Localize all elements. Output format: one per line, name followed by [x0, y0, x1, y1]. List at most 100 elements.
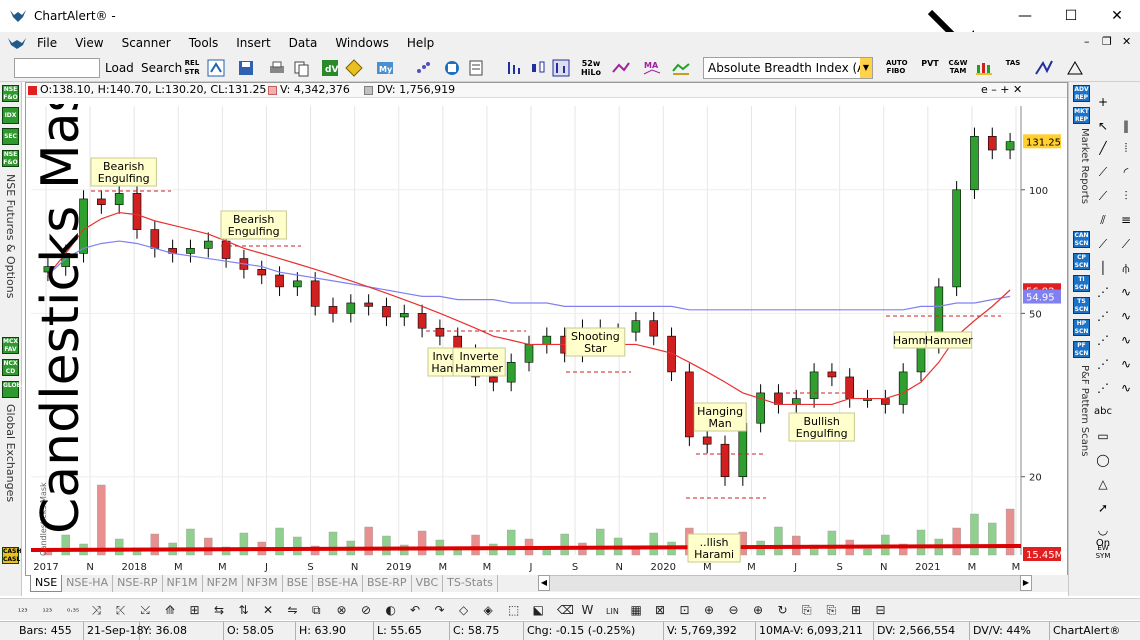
tab-nf2m[interactable]: NF2M — [203, 575, 243, 592]
adv-rep-button[interactable]: ADV REP — [1073, 85, 1090, 102]
horizontal-scrollbar[interactable] — [549, 575, 1020, 591]
sl-tool-icon[interactable]: ⟋ — [1093, 162, 1113, 182]
tab-nse-rp[interactable]: NSE-RP — [113, 575, 163, 592]
toolbar-tool-icon[interactable]: ◐ — [386, 603, 396, 617]
mdi-minimize-button[interactable]: – — [1084, 35, 1090, 48]
hp-scn-button[interactable]: HP SCN — [1073, 319, 1090, 336]
notes-icon[interactable] — [467, 59, 485, 77]
menu-scanner[interactable]: Scanner — [113, 36, 180, 50]
toolbar-tool-icon[interactable]: ⬕ — [533, 603, 544, 617]
indicator-icon[interactable] — [672, 59, 690, 77]
cash-button[interactable]: CASH CASL — [2, 547, 21, 564]
rel-str-icon[interactable]: REL STR — [183, 59, 201, 77]
trend-icon[interactable] — [1035, 59, 1053, 77]
ncx-button[interactable]: NCX CD — [2, 359, 19, 376]
toolbar-tool-icon[interactable]: ◇ — [459, 603, 469, 617]
tab-nse-ha[interactable]: NSE-HA — [62, 575, 114, 592]
toolbar-tool-icon[interactable]: ⌫ — [556, 603, 574, 617]
sl-tool-2-icon[interactable]: ⟋ — [1093, 186, 1113, 206]
tab-nse[interactable]: NSE — [30, 575, 63, 592]
search-button[interactable]: Search — [141, 58, 182, 78]
cp-scn-button[interactable]: CP SCN — [1073, 253, 1090, 270]
menu-data[interactable]: Data — [280, 36, 327, 50]
pitchfork-tool-icon[interactable]: ⫛ — [1116, 258, 1136, 278]
ts-scn-button[interactable]: TS SCN — [1073, 297, 1090, 314]
tab-bse-rp[interactable]: BSE-RP — [363, 575, 412, 592]
idx-button[interactable]: IDX — [2, 107, 19, 124]
toolbar-tool-icon[interactable]: ⊕ — [704, 603, 714, 617]
toolbar-tool-icon[interactable]: ⧉ — [312, 603, 321, 617]
wave-tool-icon[interactable]: ∿ — [1116, 282, 1136, 302]
fib-tool-icon[interactable]: ≡ — [1116, 210, 1136, 230]
minimize-button[interactable]: — — [1002, 0, 1048, 32]
volume-chart-icon[interactable] — [552, 59, 570, 77]
menu-windows[interactable]: Windows — [326, 36, 398, 50]
wave-tool-5-icon[interactable]: ∿ — [1116, 378, 1136, 398]
load-button[interactable]: Load — [105, 58, 134, 78]
dots-icon[interactable] — [414, 59, 432, 77]
ellipse-tool-icon[interactable]: ◯ — [1093, 450, 1113, 470]
close-button[interactable]: ✕ — [1094, 0, 1140, 32]
tas-icon[interactable]: TAS — [1005, 59, 1021, 77]
pvt-icon[interactable]: PVT — [919, 59, 941, 77]
nse-fo-button[interactable]: NSE F&O — [2, 150, 19, 167]
triangle-tool-icon[interactable]: △ — [1093, 474, 1113, 494]
arc-tool-2-icon[interactable]: ◜ — [1116, 162, 1136, 182]
ti-scn-button[interactable]: TI SCN — [1073, 275, 1090, 292]
toolbar-tool-icon[interactable]: ⎘ — [827, 603, 837, 617]
pattern-tool-icon[interactable]: ⋰ — [1093, 282, 1113, 302]
line-tool-icon[interactable]: ╱ — [1093, 138, 1113, 158]
cw-tam-icon[interactable]: C&W TAM — [948, 59, 968, 77]
bottom-toolbar-icons[interactable]: ¹²³ ¹²³ ⁰·³⁵ ⤨ ⤪ ⤩ ⟰ ⊞ ⇆ ⇅ ✕ ⇋ ⧉ ⊗ ⊘ ◐ ↶ ↷ ◇ ◈ ⬚ ⬕ ⌫ W LIN ▦ ⊠ ⊡ ⊕ ⊖ ⊕… — [0, 599, 1140, 621]
toolbar-tool-icon[interactable]: ⊘ — [361, 603, 371, 617]
my-icon[interactable]: My — [376, 59, 394, 77]
pattern-tool-5-icon[interactable]: ⋰ — [1093, 378, 1113, 398]
toolbar-tool-icon[interactable]: ⊞ — [851, 603, 861, 617]
mdi-close-button[interactable]: ✕ — [1122, 35, 1131, 48]
column-tool-icon[interactable]: ‖ — [1116, 116, 1136, 136]
app-menu-icon[interactable] — [6, 35, 28, 51]
maximize-button[interactable]: ☐ — [1048, 0, 1094, 32]
mcx-button[interactable]: MCX FAV — [2, 337, 19, 354]
menu-insert[interactable]: Insert — [227, 36, 279, 50]
parallel-tool-icon[interactable]: ⫽ — [1093, 210, 1113, 230]
auto-fibo-icon[interactable]: AUTO FIBO — [886, 59, 908, 77]
52w-hilo-icon[interactable]: 52w HiLo — [580, 59, 602, 77]
rectangle-tool-icon[interactable]: ▭ — [1093, 426, 1113, 446]
save-icon[interactable] — [237, 59, 255, 77]
ew-sym-button[interactable]: EW SYM — [1093, 544, 1113, 564]
globe-icon[interactable] — [443, 59, 461, 77]
vertical-line-icon[interactable]: │ — [1093, 258, 1113, 278]
diamond-icon[interactable] — [345, 59, 363, 77]
cursor-icon[interactable]: ↖ — [1093, 116, 1113, 136]
toolbar-tool-icon[interactable]: ⊟ — [876, 603, 886, 617]
toolbar-tool-icon[interactable]: ⇋ — [288, 603, 298, 617]
sl-tool-3-icon[interactable]: ⟋ — [1093, 234, 1113, 254]
shapes-icon[interactable] — [1066, 59, 1084, 77]
candle-chart-icon[interactable] — [529, 59, 547, 77]
tab-bse[interactable]: BSE — [283, 575, 313, 592]
sec-button[interactable]: SEC — [2, 128, 19, 145]
mdi-restore-button[interactable]: ❐ — [1102, 35, 1112, 48]
fan-tool-icon[interactable]: ⫶ — [1116, 186, 1136, 206]
gann-tool-icon[interactable]: ⦙ — [1116, 138, 1136, 158]
text-tool-icon[interactable]: abc — [1093, 402, 1113, 422]
wave-tool-3-icon[interactable]: ∿ — [1116, 330, 1136, 350]
toolbar-tool-icon[interactable]: ⊖ — [729, 603, 739, 617]
pattern-tool-4-icon[interactable]: ⋰ — [1093, 354, 1113, 374]
toolbar-tool-icon[interactable]: LIN — [606, 607, 619, 616]
tab-ts-stats[interactable]: TS-Stats — [443, 575, 498, 592]
tab-bse-ha[interactable]: BSE-HA — [313, 575, 364, 592]
toolbar-tool-icon[interactable]: ⤪ — [115, 603, 126, 617]
volume-dv-icon[interactable]: dV — [321, 59, 339, 77]
wave-tool-4-icon[interactable]: ∿ — [1116, 354, 1136, 374]
tab-vbc[interactable]: VBC — [412, 575, 444, 592]
toolbar-tool-icon[interactable]: ⟰ — [165, 603, 175, 617]
ma-icon[interactable]: MA — [643, 59, 661, 77]
scroll-right-button[interactable]: ▶ — [1019, 575, 1032, 591]
menu-file[interactable]: File — [28, 36, 66, 50]
toolbar-tool-icon[interactable]: W — [582, 603, 594, 617]
toolbar-tool-icon[interactable]: ⤨ — [92, 603, 102, 617]
menu-tools[interactable]: Tools — [180, 36, 228, 50]
chart-window-controls[interactable]: e – + ✕ — [981, 83, 1022, 97]
